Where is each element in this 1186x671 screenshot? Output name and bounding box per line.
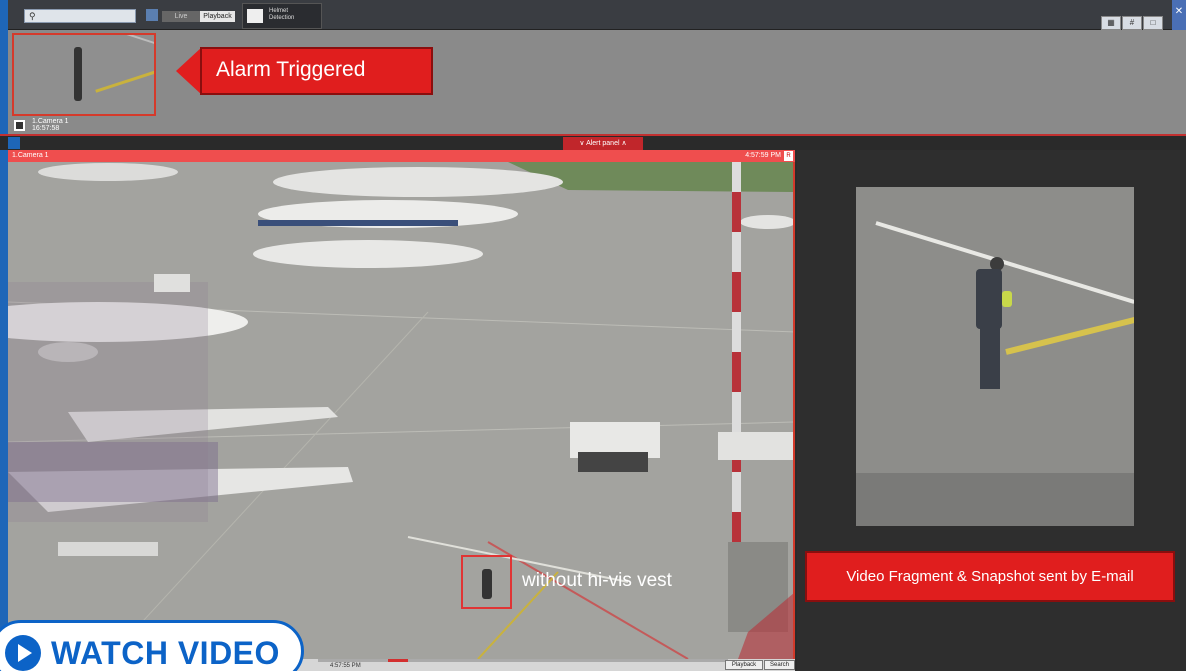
camera-video[interactable] bbox=[8, 162, 795, 659]
camera-name: 1.Camera 1 bbox=[12, 152, 49, 159]
alarm-strip: 1.Camera 1 16:57:58 Alarm Triggered bbox=[0, 30, 1186, 134]
camera-side-bar bbox=[0, 150, 8, 671]
tab-live[interactable]: Live bbox=[162, 11, 200, 22]
tools-icon[interactable]: ✕ bbox=[1172, 0, 1186, 30]
rec-badge[interactable]: R bbox=[784, 151, 793, 161]
thumb-marking bbox=[110, 35, 154, 49]
alert-panel-side-icon[interactable] bbox=[8, 137, 20, 149]
alarm-thumbnail-caption: 1.Camera 1 16:57:58 bbox=[14, 118, 134, 134]
search-button[interactable]: Search bbox=[764, 660, 795, 670]
alarm-strip-side-bar bbox=[0, 30, 8, 134]
thumb-yellow-line bbox=[95, 68, 154, 93]
layout-single-icon[interactable]: □ bbox=[1143, 16, 1163, 30]
layout-tab-helmet-detection[interactable]: Helmet Detection bbox=[242, 3, 322, 29]
timeline-time: 4:57:55 PM bbox=[330, 663, 361, 669]
alert-panel-bar: ∨ Alert panel ∧ bbox=[0, 136, 1186, 150]
alarm-banner-label: Alarm Triggered bbox=[216, 58, 366, 81]
thumb-caption-text: 1.Camera 1 16:57:58 bbox=[32, 118, 69, 132]
top-toolbar: ⚲ Live Playback Helmet Detection ▦ # □ ✕ bbox=[0, 0, 1186, 30]
thumb-camera-name: 1.Camera 1 bbox=[32, 118, 69, 125]
snapshot-vest-in-hand bbox=[1002, 291, 1012, 307]
alarm-thumbnail[interactable] bbox=[12, 33, 156, 116]
layout-hash-icon[interactable]: # bbox=[1122, 16, 1142, 30]
timeline-marker[interactable] bbox=[388, 659, 408, 662]
layout-thumbnail bbox=[247, 9, 263, 23]
thumb-person bbox=[74, 47, 82, 101]
snapshot-ground-edge bbox=[856, 473, 1134, 526]
alert-panel-label: Alert panel bbox=[586, 140, 620, 147]
search-input[interactable]: ⚲ bbox=[24, 9, 136, 23]
alert-panel-toggle[interactable]: ∨ Alert panel ∧ bbox=[563, 137, 643, 150]
snapshot-person-body bbox=[976, 269, 1002, 329]
camera-time: 4:57:59 PM bbox=[745, 152, 781, 159]
alarm-banner-arrow bbox=[176, 47, 202, 95]
airport-scene bbox=[8, 162, 793, 659]
stop-icon[interactable] bbox=[14, 120, 25, 131]
grid-view-icon[interactable] bbox=[146, 9, 158, 21]
app-window: ⚲ Live Playback Helmet Detection ▦ # □ ✕ 1… bbox=[0, 0, 1186, 671]
layout-grid-icon[interactable]: ▦ bbox=[1101, 16, 1121, 30]
detected-person bbox=[482, 569, 492, 599]
thumb-time: 16:57:58 bbox=[32, 125, 60, 132]
watch-video-button[interactable]: WATCH VIDEO bbox=[0, 620, 304, 671]
search-icon: ⚲ bbox=[29, 11, 36, 21]
tab-playback[interactable]: Playback bbox=[200, 11, 235, 22]
timeline-track[interactable] bbox=[318, 659, 728, 662]
email-banner: Video Fragment & Snapshot sent by E-mail bbox=[805, 551, 1175, 602]
camera-header: 1.Camera 1 4:57:59 PM R bbox=[8, 150, 795, 162]
snapshot-image bbox=[856, 187, 1134, 526]
snapshot-person-legs bbox=[980, 327, 1000, 389]
play-icon bbox=[5, 635, 41, 671]
detection-annotation: without hi-vis vest bbox=[522, 570, 672, 591]
chevron-up-icon: ∧ bbox=[619, 140, 627, 147]
layout-tab-label: Helmet Detection bbox=[269, 8, 295, 21]
alarm-banner: Alarm Triggered bbox=[176, 47, 433, 95]
watch-video-label: WATCH VIDEO bbox=[51, 635, 280, 671]
layout-buttons: ▦ # □ bbox=[1100, 12, 1166, 30]
snapshot-yellow-line bbox=[1005, 315, 1134, 355]
playback-button[interactable]: Playback bbox=[725, 660, 763, 670]
detection-box[interactable] bbox=[461, 555, 512, 609]
email-banner-label: Video Fragment & Snapshot sent by E-mail bbox=[846, 568, 1134, 585]
sidebar-toggle[interactable] bbox=[0, 0, 8, 30]
